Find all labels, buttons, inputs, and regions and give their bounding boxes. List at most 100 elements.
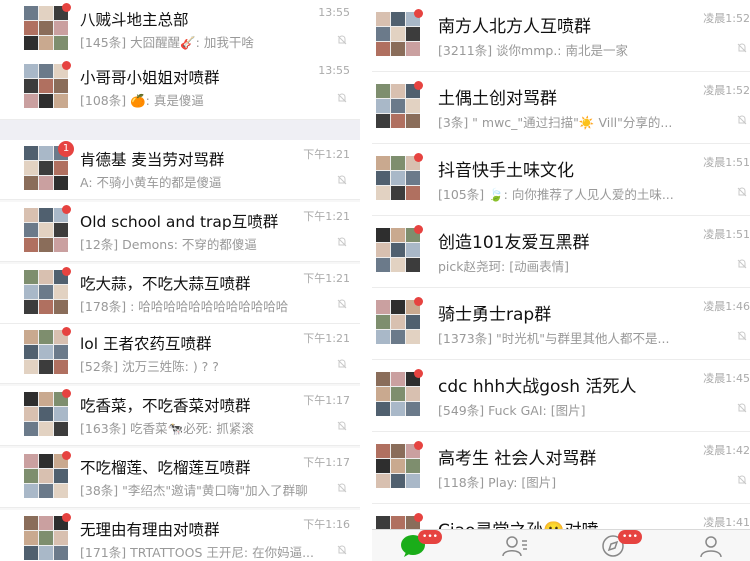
chat-row[interactable]: 吃香菜，不吃香菜对喷群 [163条] 吃香菜🐄必死: 抓紧滚 下午1:17 xyxy=(0,386,360,446)
avatar-tile xyxy=(24,360,38,374)
tab-discover[interactable]: ••• xyxy=(600,530,642,558)
avatar-tile xyxy=(39,21,53,35)
avatar-tile xyxy=(39,223,53,237)
tab-chats[interactable]: ••• xyxy=(400,530,442,558)
chat-title: 骑士勇士rap群 xyxy=(438,305,552,325)
chat-time: 下午1:21 xyxy=(303,148,350,161)
chat-preview: [549条] Fuck GAI: [图片] xyxy=(438,403,586,418)
avatar-tile xyxy=(54,161,68,175)
chat-row[interactable]: 1 肯德基 麦当劳对骂群 A: 不骑小黄车的都是傻逼 下午1:21 xyxy=(0,140,360,200)
group-avatar[interactable] xyxy=(24,389,71,436)
tab-contacts[interactable] xyxy=(502,534,528,558)
chat-row[interactable]: 无理由有理由对喷群 [171条] TRTATTOOS 王开尼: 在你妈逼... 下午… xyxy=(0,510,360,561)
avatar-tile xyxy=(391,156,405,170)
group-avatar[interactable] xyxy=(376,369,423,416)
avatar-tile xyxy=(406,99,420,113)
avatar-tile xyxy=(54,21,68,35)
avatar-tile xyxy=(54,285,68,299)
avatar-tile xyxy=(391,300,405,314)
avatar-tile xyxy=(376,387,390,401)
tab-chats-badge: ••• xyxy=(418,530,442,544)
group-avatar[interactable] xyxy=(376,297,423,344)
group-avatar[interactable] xyxy=(24,513,71,560)
avatar-tile xyxy=(391,474,405,488)
chat-row[interactable]: 土偶土创对骂群 [3条] " mwc_"通过扫描"☀️ Vill"分享的... 凌晨… xyxy=(372,72,750,144)
tab-me[interactable] xyxy=(698,534,724,558)
chat-row[interactable]: 吃大蒜，不吃大蒜互喷群 [178条] : 哈哈哈哈哈哈哈哈哈哈哈哈 下午1:21 xyxy=(0,264,360,324)
avatar-tile xyxy=(54,176,68,190)
chat-row[interactable]: 抖音快手土味文化 [105条] 🍃: 向你推荐了人见人爱的土味... 凌晨1:51 xyxy=(372,144,750,216)
avatar-tile xyxy=(24,238,38,252)
avatar-tile xyxy=(406,186,420,200)
chat-row[interactable]: 八贼斗地主总部 [145条] 大囧醒醒🎸: 加我干啥 13:55 xyxy=(0,0,360,60)
chat-row[interactable]: lol 王者农药互喷群 [52条] 沈万三姓陈: ) ? ? 下午1:21 xyxy=(0,324,360,384)
avatar-tile xyxy=(24,64,38,78)
avatar-tile xyxy=(376,243,390,257)
avatar-tile xyxy=(39,300,53,314)
avatar-tile xyxy=(391,372,405,386)
avatar-tile xyxy=(406,387,420,401)
group-avatar[interactable] xyxy=(376,81,423,128)
chat-row[interactable]: 小哥哥小姐姐对喷群 [108条] 🍊: 真是傻逼 13:55 xyxy=(0,58,360,120)
group-avatar[interactable] xyxy=(376,441,423,488)
avatar-tile xyxy=(24,484,38,498)
chat-row[interactable]: 不吃榴莲、吃榴莲互喷群 [38条] "李绍杰"邀请"黄口嗨"加入了群聊 下午1:17 xyxy=(0,448,360,508)
chat-preview: [145条] 大囧醒醒🎸: 加我干啥 xyxy=(80,35,254,50)
group-avatar[interactable] xyxy=(24,205,71,252)
avatar-tile xyxy=(376,258,390,272)
group-avatar[interactable] xyxy=(24,327,71,374)
group-avatar[interactable] xyxy=(376,225,423,272)
unread-dot xyxy=(414,513,423,522)
group-avatar[interactable] xyxy=(24,451,71,498)
chat-title: 肯德基 麦当劳对骂群 xyxy=(80,151,225,169)
avatar-tile xyxy=(39,176,53,190)
group-avatar[interactable]: 1 xyxy=(24,141,74,190)
avatar-tile xyxy=(406,42,420,56)
chat-row[interactable]: 高考生 社会人对骂群 [118条] Play: [图片] 凌晨1:42 xyxy=(372,432,750,504)
avatar-tile xyxy=(24,36,38,50)
avatar-tile xyxy=(39,407,53,421)
chat-time: 凌晨1:52 xyxy=(703,84,750,97)
avatar-tile xyxy=(391,243,405,257)
avatar-tile xyxy=(24,392,38,406)
avatar-tile xyxy=(391,27,405,41)
unread-dot xyxy=(414,225,423,234)
chat-title: 土偶土创对骂群 xyxy=(438,89,557,109)
chat-row[interactable]: 南方人北方人互喷群 [3211条] 谈你mmp.: 南北是一家 凌晨1:52 xyxy=(372,0,750,72)
chat-time: 凌晨1:51 xyxy=(703,228,750,241)
avatar-tile xyxy=(391,42,405,56)
avatar-tile xyxy=(39,360,53,374)
mute-bell-icon xyxy=(336,544,348,556)
avatar-tile xyxy=(39,330,53,344)
avatar-tile xyxy=(39,516,53,530)
avatar-tile xyxy=(376,156,390,170)
group-avatar[interactable] xyxy=(376,153,423,200)
avatar-tile xyxy=(406,315,420,329)
avatar-tile xyxy=(391,516,405,530)
mute-bell-icon xyxy=(736,258,748,270)
avatar-tile xyxy=(391,387,405,401)
chat-row[interactable]: 创造101友爱互黑群 pick赵尧珂: [动画表情] 凌晨1:51 xyxy=(372,216,750,288)
avatar-tile xyxy=(391,258,405,272)
avatar-tile xyxy=(24,176,38,190)
avatar-tile xyxy=(376,12,390,26)
chat-row[interactable]: cdc hhh大战gosh 活死人 [549条] Fuck GAI: [图片] 凌晨… xyxy=(372,360,750,432)
chat-time: 下午1:21 xyxy=(303,332,350,345)
avatar-tile xyxy=(24,454,38,468)
avatar-tile xyxy=(391,402,405,416)
group-avatar[interactable] xyxy=(24,61,71,108)
unread-dot xyxy=(62,451,71,460)
avatar-tile xyxy=(406,330,420,344)
chat-row[interactable]: Old school and trap互喷群 [12条] Demons: 不穿的都… xyxy=(0,202,360,262)
group-avatar[interactable] xyxy=(376,9,423,56)
avatar-tile xyxy=(376,84,390,98)
avatar-tile xyxy=(39,469,53,483)
avatar-tile xyxy=(24,21,38,35)
avatar-tile xyxy=(24,516,38,530)
avatar-tile xyxy=(54,531,68,545)
group-avatar[interactable] xyxy=(24,3,71,50)
group-avatar[interactable] xyxy=(24,267,71,314)
avatar-tile xyxy=(376,516,390,530)
chat-title: 不吃榴莲、吃榴莲互喷群 xyxy=(80,459,251,477)
chat-row[interactable]: 骑士勇士rap群 [1373条] "时光机"与群里其他人都不是... 凌晨1:46 xyxy=(372,288,750,360)
